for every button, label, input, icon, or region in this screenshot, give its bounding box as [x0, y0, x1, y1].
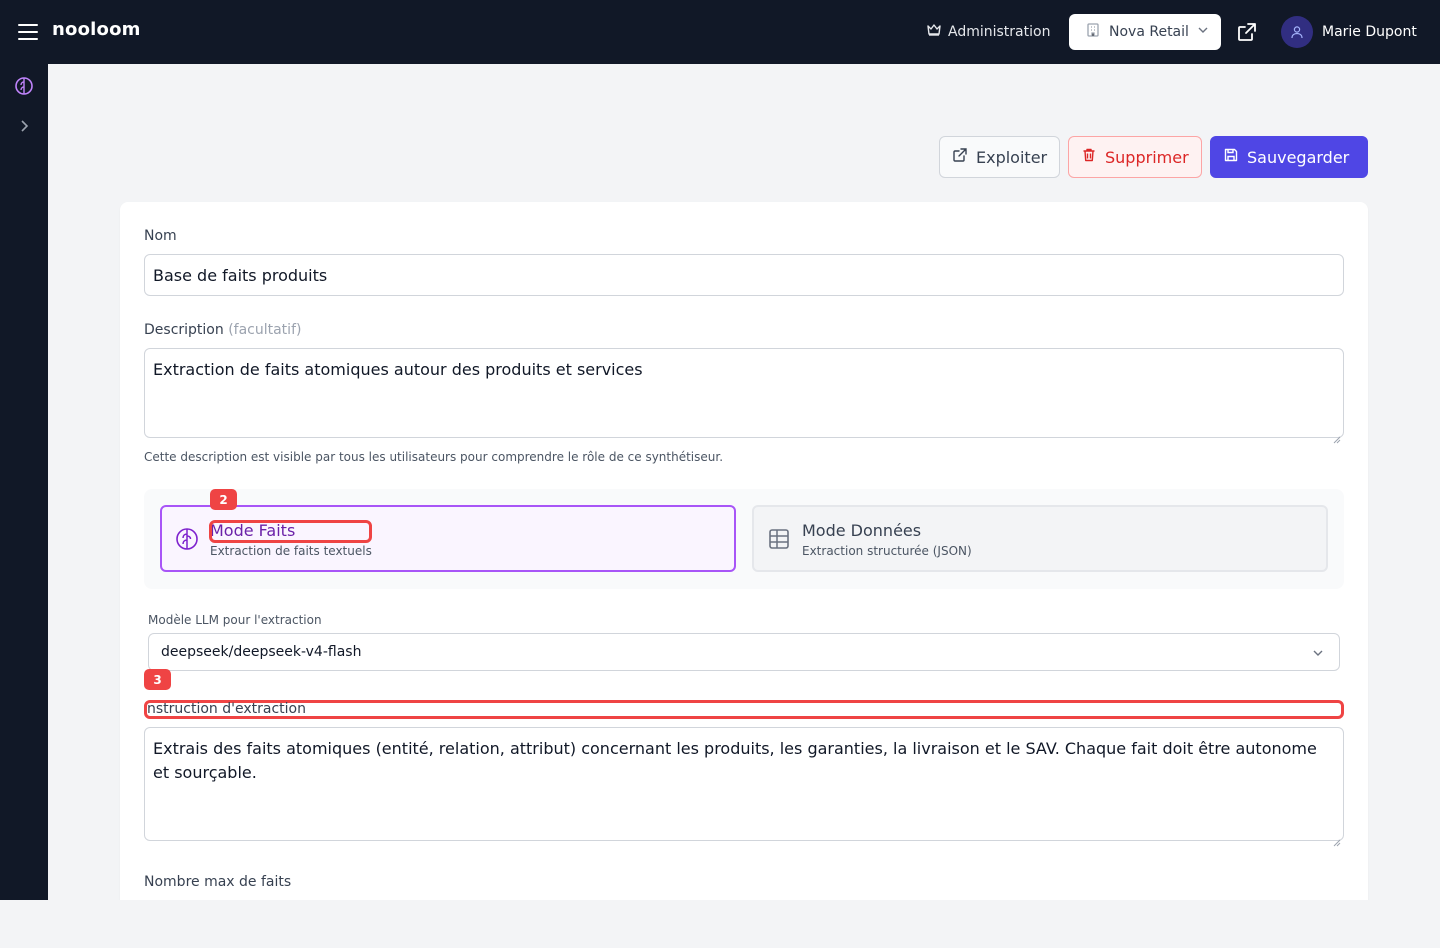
organization-selector[interactable]: Nova Retail	[1069, 14, 1221, 50]
model-select[interactable]: deepseek/deepseek-v4-flash	[148, 633, 1340, 671]
chevron-down-icon	[1197, 24, 1209, 40]
model-label: Modèle LLM pour l'extraction	[148, 613, 322, 627]
save-label: Sauvegarder	[1247, 147, 1350, 167]
name-label: Nom	[144, 228, 177, 244]
main-content: Exploiter Supprimer Sauvegarder Nom Base…	[48, 64, 1440, 900]
avatar	[1281, 16, 1313, 48]
sidebar	[0, 64, 48, 900]
user-name: Marie Dupont	[1322, 24, 1417, 40]
page-footer-area	[0, 900, 1440, 948]
description-help: Cette description est visible par tous l…	[144, 450, 724, 464]
mode-data-card[interactable]: Mode Données Extraction structurée (JSON…	[752, 505, 1328, 572]
brain-icon	[175, 527, 199, 551]
resize-handle-icon[interactable]	[1333, 427, 1341, 444]
trash-icon	[1081, 147, 1097, 167]
delete-label: Supprimer	[1105, 147, 1189, 167]
brain-icon[interactable]	[14, 76, 34, 96]
instruction-value: Extrais des faits atomiques (entité, rel…	[153, 739, 1317, 782]
model-value: deepseek/deepseek-v4-flash	[161, 644, 362, 660]
synthesizer-form: Nom Base de faits produits Description (…	[120, 202, 1368, 900]
annotation-badge: 3	[144, 669, 171, 690]
app-logo[interactable]: nooloom	[52, 19, 141, 40]
exploit-label: Exploiter	[976, 147, 1048, 167]
optional-hint: (facultatif)	[228, 322, 302, 338]
chevron-right-icon[interactable]	[14, 116, 34, 136]
instruction-field[interactable]: Extrais des faits atomiques (entité, rel…	[144, 727, 1344, 847]
description-label: Description (facultatif)	[144, 322, 301, 338]
save-button[interactable]: Sauvegarder	[1210, 136, 1368, 178]
external-link-icon[interactable]	[1236, 21, 1258, 43]
action-bar: Exploiter Supprimer Sauvegarder	[939, 136, 1368, 178]
name-field[interactable]: Base de faits produits	[144, 254, 1344, 296]
save-icon	[1223, 147, 1239, 167]
top-bar: nooloom Administration Nova Retail Marie…	[0, 0, 1440, 64]
mode-data-subtitle: Extraction structurée (JSON)	[802, 544, 972, 558]
description-value: Extraction de faits atomiques autour des…	[153, 360, 643, 379]
external-link-icon	[952, 147, 968, 167]
building-icon	[1085, 22, 1101, 42]
description-field[interactable]: Extraction de faits atomiques autour des…	[144, 348, 1344, 444]
name-value: Base de faits produits	[153, 265, 328, 285]
organization-name: Nova Retail	[1109, 24, 1189, 40]
administration-link[interactable]: Administration	[926, 22, 1050, 42]
annotation-badge: 2	[210, 489, 237, 510]
resize-handle-icon[interactable]	[1333, 830, 1341, 847]
exploit-button[interactable]: Exploiter	[939, 136, 1060, 178]
max-facts-label: Nombre max de faits	[144, 874, 292, 890]
mode-data-title: Mode Données	[802, 521, 922, 540]
user-menu[interactable]: Marie Dupont	[1281, 16, 1417, 48]
table-icon	[767, 527, 791, 551]
menu-icon[interactable]	[18, 22, 38, 42]
delete-button[interactable]: Supprimer	[1068, 136, 1202, 178]
crown-icon	[926, 22, 942, 42]
instruction-label: nstruction d'extraction	[147, 701, 306, 717]
highlight-mode-facts	[209, 520, 372, 543]
description-label-text: Description	[144, 322, 224, 338]
mode-facts-subtitle: Extraction de faits textuels	[210, 544, 372, 558]
chevron-down-icon	[1311, 646, 1325, 664]
highlight-instruction-label	[144, 700, 1344, 719]
administration-label: Administration	[948, 24, 1051, 40]
